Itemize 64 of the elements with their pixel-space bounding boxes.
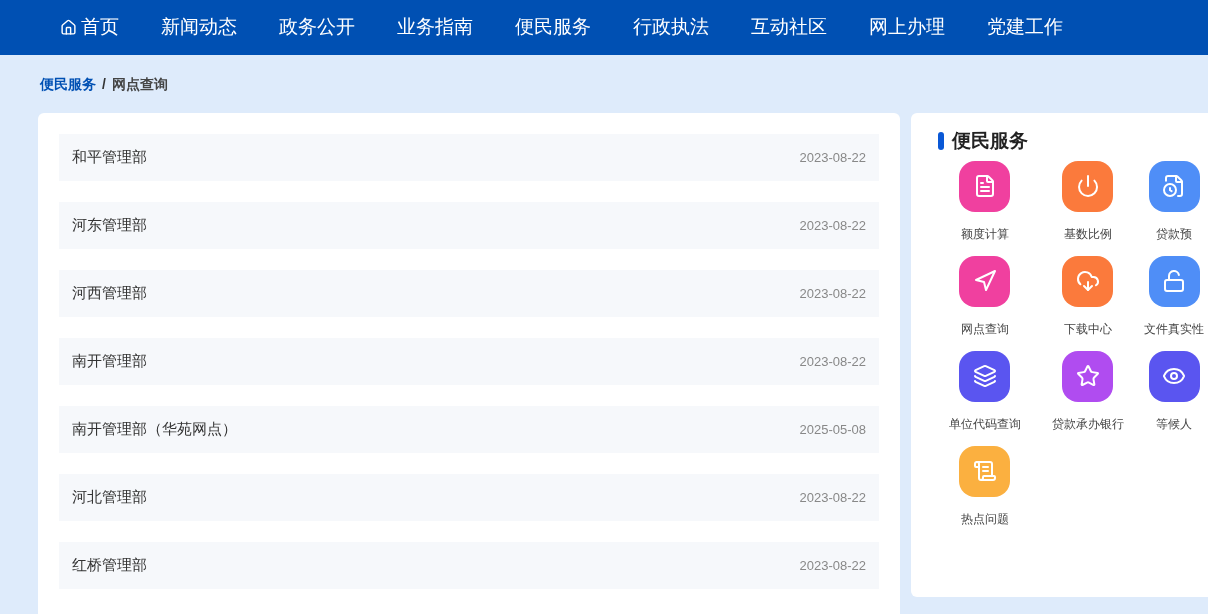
nav-link[interactable]: 便民服务 — [515, 13, 591, 42]
service-tile[interactable] — [959, 255, 1010, 307]
service-label: 文件真实性 — [1144, 320, 1204, 338]
service-tile[interactable] — [1062, 160, 1113, 212]
service-tile[interactable] — [1062, 255, 1113, 307]
branch-name: 河东管理部 — [72, 215, 147, 236]
service-label: 热点问题 — [960, 510, 1009, 528]
document-clock-icon — [1162, 174, 1186, 198]
service-tile[interactable] — [1062, 350, 1113, 402]
breadcrumb-separator: / — [102, 74, 106, 94]
padlock-icon — [1162, 269, 1186, 293]
nav-link[interactable]: 政务公开 — [279, 13, 355, 42]
list-row[interactable]: 和平管理部 2023-08-22 — [59, 134, 879, 181]
date-text: 2023-08-22 — [799, 148, 866, 167]
service-label: 下载中心 — [1063, 320, 1112, 338]
title-accent-bar — [938, 132, 944, 151]
service-label: 网点查询 — [960, 320, 1009, 338]
service-label: 贷款承办银行 — [1051, 415, 1124, 433]
branch-name: 红桥管理部 — [72, 555, 147, 576]
service-label: 基数比例 — [1063, 225, 1112, 243]
branch-name: 南开管理部（华苑网点） — [72, 419, 237, 440]
service-label: 等候人 — [1156, 415, 1192, 433]
list-row[interactable]: 河东管理部 2023-08-22 — [59, 202, 879, 249]
service-tile[interactable] — [1148, 350, 1200, 402]
date-text: 2025-05-08 — [799, 420, 866, 439]
home-icon — [60, 19, 77, 36]
service-label: 贷款预 — [1156, 225, 1192, 243]
nav-link[interactable]: 网上办理 — [869, 13, 945, 42]
nav-link[interactable]: 首页 — [60, 13, 119, 42]
nav-link[interactable]: 新闻动态 — [161, 13, 237, 42]
power-icon — [1075, 174, 1100, 198]
layers-icon — [972, 364, 997, 388]
list-row[interactable]: 河北管理部 2023-08-22 — [59, 474, 879, 521]
star-icon — [1075, 364, 1100, 388]
breadcrumb-current: 网点查询 — [111, 74, 168, 94]
branch-name: 和平管理部 — [72, 147, 147, 168]
branch-name: 河西管理部 — [72, 283, 147, 304]
service-tile[interactable] — [959, 445, 1010, 497]
service-label: 单位代码查询 — [948, 415, 1021, 433]
navigation-arrow-icon — [972, 269, 997, 293]
panel-title: 便民服务 — [952, 129, 1028, 153]
date-text: 2023-08-22 — [799, 556, 866, 575]
nav-link[interactable]: 行政执法 — [633, 13, 709, 42]
branch-name: 河北管理部 — [72, 487, 147, 508]
list-row[interactable]: 南开管理部 2023-08-22 — [59, 338, 879, 385]
breadcrumb-link[interactable]: 便民服务 — [40, 73, 96, 95]
service-label: 额度计算 — [960, 225, 1009, 243]
date-text: 2023-08-22 — [799, 488, 866, 507]
cloud-download-icon — [1075, 269, 1100, 293]
nav-link[interactable]: 党建工作 — [987, 13, 1063, 42]
list-row[interactable]: 红桥管理部 2023-08-22 — [59, 542, 879, 589]
service-tile[interactable] — [1148, 160, 1200, 212]
list-row[interactable]: 南开管理部（华苑网点） 2025-05-08 — [59, 406, 879, 453]
nav-link[interactable]: 业务指南 — [397, 13, 473, 42]
list-row[interactable]: 河西管理部 2023-08-22 — [59, 270, 879, 317]
service-tile[interactable] — [959, 160, 1010, 212]
date-text: 2023-08-22 — [799, 284, 866, 303]
nav-link[interactable]: 互动社区 — [751, 13, 827, 42]
document-lines-icon — [972, 459, 997, 483]
date-text: 2023-08-22 — [799, 352, 866, 371]
service-tile[interactable] — [959, 350, 1010, 402]
date-text: 2023-08-22 — [799, 216, 866, 235]
service-tile[interactable] — [1148, 255, 1200, 307]
branch-name: 南开管理部 — [72, 351, 147, 372]
